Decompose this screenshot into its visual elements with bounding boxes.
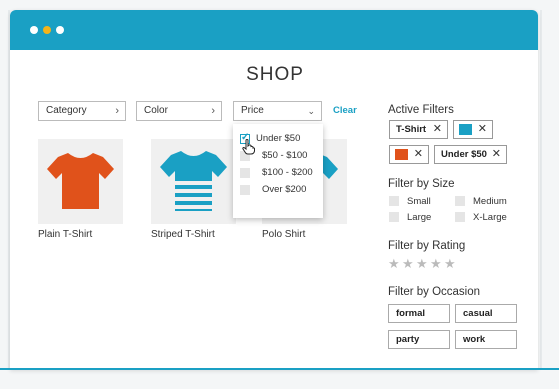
striped-tshirt-icon — [160, 151, 227, 211]
color-filter-button[interactable]: Color › — [136, 101, 222, 121]
close-icon[interactable]: ✕ — [433, 121, 442, 138]
tshirt-icon — [47, 153, 114, 209]
checkbox[interactable] — [389, 196, 399, 206]
active-filter-chip-under-50[interactable]: Under $50 ✕ — [434, 145, 507, 164]
checkbox[interactable] — [455, 212, 465, 222]
close-icon[interactable]: ✕ — [492, 146, 501, 163]
title-bar — [10, 10, 538, 50]
occasion-tag-casual[interactable]: casual — [455, 304, 517, 323]
star-icon[interactable]: ★ — [402, 256, 414, 272]
bottom-accent-line — [0, 368, 559, 370]
product-image-plain-tshirt[interactable] — [38, 139, 123, 224]
hand-cursor-icon — [242, 139, 255, 155]
chevron-right-icon: › — [115, 105, 119, 117]
chevron-right-icon: › — [211, 105, 215, 117]
occasion-tag-work[interactable]: work — [455, 330, 517, 349]
active-filter-chip-orange[interactable]: ✕ — [389, 145, 429, 164]
checkbox[interactable] — [240, 185, 250, 195]
product-name[interactable]: Striped T-Shirt — [151, 229, 215, 240]
category-filter-button[interactable]: Category › — [38, 101, 126, 121]
product-name[interactable]: Plain T-Shirt — [38, 229, 92, 240]
window-dot-1[interactable] — [30, 26, 38, 34]
occasion-tag-party[interactable]: party — [388, 330, 450, 349]
category-filter-label: Category — [46, 105, 87, 116]
chevron-down-icon: ⌄ — [307, 106, 315, 116]
checkbox[interactable] — [455, 196, 465, 206]
close-icon[interactable]: ✕ — [478, 121, 487, 138]
rating-filter-title: Filter by Rating — [388, 240, 466, 252]
clear-filters-link[interactable]: Clear — [333, 105, 357, 116]
occasion-tag-formal[interactable]: formal — [388, 304, 450, 323]
checkbox[interactable] — [389, 212, 399, 222]
price-filter-label: Price — [241, 105, 264, 116]
occasion-filter-title: Filter by Occasion — [388, 286, 481, 298]
star-icon[interactable]: ★ — [444, 256, 456, 272]
size-filter-title: Filter by Size — [388, 178, 455, 190]
checkbox[interactable] — [240, 168, 250, 178]
star-icon[interactable]: ★ — [388, 256, 400, 272]
page-title: SHOP — [246, 64, 304, 85]
active-filter-chip-teal[interactable]: ✕ — [453, 120, 493, 139]
window-dot-3[interactable] — [56, 26, 64, 34]
active-filters-title: Active Filters — [388, 104, 454, 116]
price-dropdown-menu: Under $50 $50 - $100 $100 - $200 Over $2… — [233, 124, 323, 218]
star-icon[interactable]: ★ — [430, 256, 442, 272]
color-swatch-orange — [395, 149, 408, 160]
window-dot-2[interactable] — [43, 26, 51, 34]
price-filter-button[interactable]: Price ⌄ — [233, 101, 322, 121]
close-icon[interactable]: ✕ — [414, 146, 423, 163]
product-name[interactable]: Polo Shirt — [262, 229, 305, 240]
star-icon[interactable]: ★ — [416, 256, 428, 272]
product-image-striped-tshirt[interactable] — [151, 139, 236, 224]
color-swatch-teal — [459, 124, 472, 135]
color-filter-label: Color — [144, 105, 168, 116]
active-filter-chip-tshirt[interactable]: T-Shirt ✕ — [389, 120, 448, 139]
right-frame-line — [540, 10, 542, 370]
